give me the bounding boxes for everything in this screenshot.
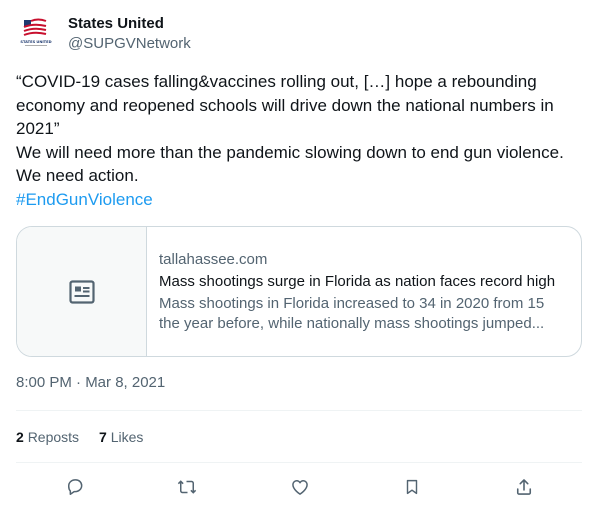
engagement-stats: 2 Reposts 7 Likes: [16, 427, 143, 447]
article-icon: [68, 279, 95, 304]
action-bar: [16, 470, 582, 504]
likes-stat[interactable]: 7 Likes: [99, 427, 143, 447]
card-body: tallahassee.com Mass shootings surge in …: [147, 227, 581, 356]
states-united-logo: STATES UNITED: [16, 14, 56, 54]
card-description-line: the year before, while nationally mass s…: [159, 315, 545, 332]
divider: [16, 410, 582, 411]
reposts-label: Reposts: [27, 429, 80, 445]
display-name[interactable]: States United: [68, 14, 164, 34]
hashtag-link[interactable]: #EndGunViolence: [16, 188, 586, 212]
divider: [16, 462, 582, 463]
card-description-line: Mass shootings in Florida increased to 3…: [159, 295, 545, 312]
account-handle[interactable]: @SUPGVNetwork: [68, 34, 191, 54]
tweet-line: “COVID-19 cases falling&vaccines rolling…: [16, 72, 537, 91]
repost-icon[interactable]: [176, 476, 198, 498]
card-title: Mass shootings surge in Florida as natio…: [159, 273, 556, 290]
avatar-caption: STATES UNITED: [20, 40, 51, 44]
card-domain: tallahassee.com: [159, 251, 268, 268]
tweet-line: We will need more than the pandemic slow…: [16, 142, 564, 162]
avatar[interactable]: STATES UNITED: [16, 14, 56, 54]
likes-label: Likes: [110, 429, 144, 445]
likes-count: 7: [99, 429, 107, 445]
tweet-line: We need action.: [16, 166, 139, 185]
link-preview-card[interactable]: tallahassee.com Mass shootings surge in …: [16, 226, 582, 357]
bookmark-icon[interactable]: [401, 476, 423, 498]
card-description: Mass shootings in Florida increased to 3…: [159, 294, 569, 334]
share-icon[interactable]: [513, 476, 535, 498]
tweet-text: “COVID-19 cases falling&vaccines rolling…: [16, 70, 586, 211]
tweet-line: 2021”: [16, 119, 60, 138]
card-thumbnail: [17, 227, 147, 356]
reposts-stat[interactable]: 2 Reposts: [16, 427, 79, 447]
tweet-timestamp[interactable]: 8:00 PM · Mar 8, 2021: [16, 373, 165, 393]
reply-icon[interactable]: [64, 476, 86, 498]
reposts-count: 2: [16, 429, 24, 445]
like-icon[interactable]: [289, 476, 311, 498]
tweet-line: economy and reopened schools will drive …: [16, 95, 554, 115]
tweet-header: STATES UNITED States United @SUPGVNetwor…: [16, 12, 582, 56]
